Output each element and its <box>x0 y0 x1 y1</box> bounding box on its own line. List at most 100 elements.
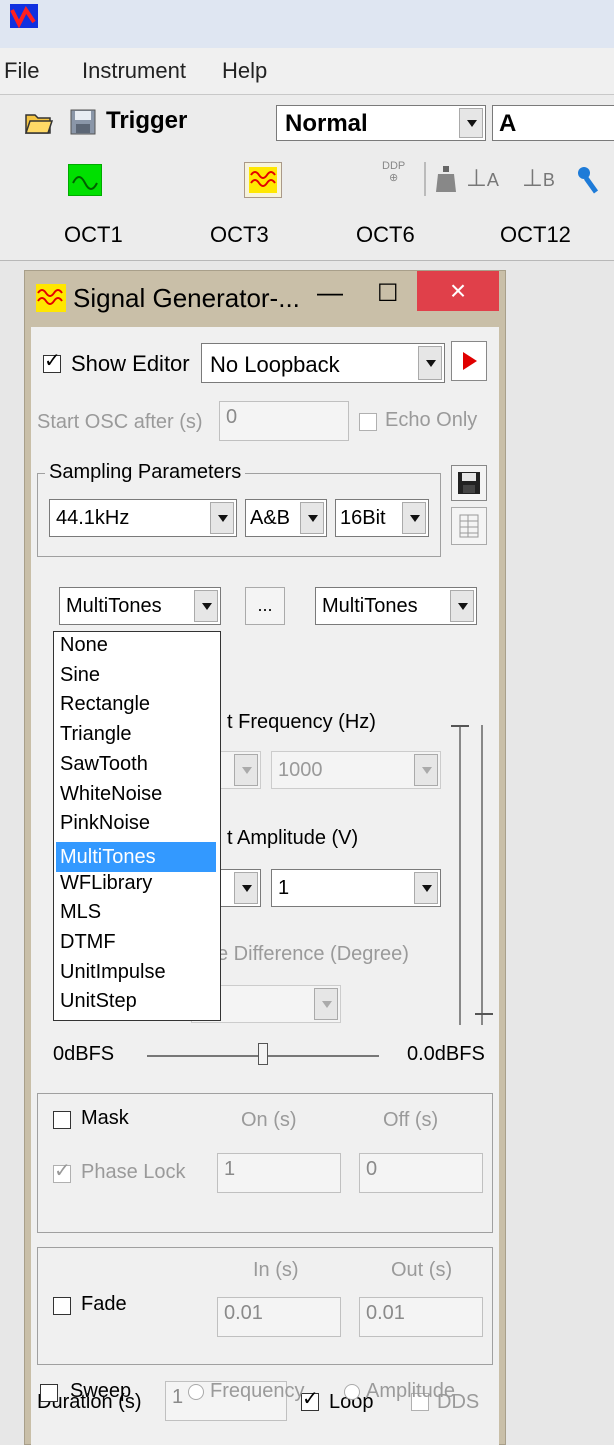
chevron-down-icon <box>300 502 324 534</box>
waveform-option-wflibrary[interactable]: WFLibrary <box>60 872 152 895</box>
marker-a-icon[interactable]: ⊥A <box>466 164 499 193</box>
channel-select[interactable]: A <box>492 105 614 141</box>
sample-rate-value: 44.1kHz <box>56 507 130 529</box>
chevron-down-icon <box>418 346 442 380</box>
waveform-secondary-value: MultiTones <box>322 595 418 617</box>
sweep-frequency-radio[interactable] <box>188 1384 204 1400</box>
fade-in-label: In (s) <box>253 1259 299 1281</box>
level-slider-thumb[interactable] <box>258 1043 268 1065</box>
ddp-zoom-icon[interactable]: DDP ⊕ <box>382 160 405 184</box>
close-button[interactable]: × <box>417 271 499 311</box>
marker-b-icon[interactable]: ⊥B <box>522 164 555 193</box>
waveform-option-unitstep[interactable]: UnitStep <box>60 990 137 1013</box>
waveform-option-mls[interactable]: MLS <box>60 901 101 924</box>
mask-checkbox[interactable] <box>53 1111 71 1129</box>
waveform-option-none[interactable]: None <box>60 634 108 657</box>
level-max-label: 0.0dBFS <box>407 1043 485 1065</box>
vertical-slider-track-left <box>459 725 461 1025</box>
cursor-tool-icon[interactable] <box>576 166 600 194</box>
waveform-option-multitones[interactable]: MultiTones <box>56 841 216 872</box>
marker-a-label: A <box>486 170 499 190</box>
vertical-slider-track-right <box>481 725 483 1025</box>
save-settings-button[interactable] <box>451 465 487 501</box>
start-osc-field[interactable]: 0 <box>219 401 349 441</box>
echo-only-checkbox[interactable] <box>359 413 377 431</box>
bit-depth-select[interactable]: 16Bit <box>335 499 429 537</box>
sample-rate-select[interactable]: 44.1kHz <box>49 499 237 537</box>
chevron-down-icon <box>414 754 438 786</box>
waveform-option-sine[interactable]: Sine <box>60 664 100 687</box>
waveform-secondary-select[interactable]: MultiTones <box>315 587 477 625</box>
octave-tab-3[interactable]: OCT3 <box>210 222 269 248</box>
instrument-toolbar: DDP ⊕ ⊥A ⊥B <box>0 152 614 209</box>
trigger-label: Trigger <box>106 107 188 134</box>
channel-mode-value: A&B <box>250 507 291 529</box>
open-folder-icon[interactable] <box>24 109 54 135</box>
chevron-down-icon <box>402 502 426 534</box>
octave-tab-6[interactable]: OCT6 <box>356 222 415 248</box>
menu-instrument[interactable]: Instrument <box>82 58 186 84</box>
sweep-label: Sweep <box>70 1380 132 1402</box>
start-osc-label: Start OSC after (s) <box>37 411 203 433</box>
vertical-slider-thumb-top[interactable] <box>451 725 469 733</box>
play-button[interactable] <box>451 341 487 381</box>
octave-tab-1[interactable]: OCT1 <box>64 222 123 248</box>
chevron-down-icon <box>459 108 483 138</box>
mask-off-field[interactable]: 0 <box>359 1153 483 1193</box>
chevron-down-icon <box>234 754 258 786</box>
waveform-option-whitenoise[interactable]: WhiteNoise <box>60 783 162 806</box>
chevron-down-icon <box>210 502 234 534</box>
trigger-mode-value: Normal <box>285 110 368 137</box>
sweep-frequency-label: Frequency <box>210 1380 305 1402</box>
menu-file[interactable]: File <box>4 58 39 84</box>
chevron-down-icon <box>314 988 338 1020</box>
oscilloscope-icon[interactable] <box>68 164 102 196</box>
fade-in-field[interactable]: 0.01 <box>217 1297 341 1337</box>
vertical-slider-thumb-bottom[interactable] <box>475 1013 493 1021</box>
waveform-option-dtmf[interactable]: DTMF <box>60 931 116 954</box>
mask-on-field[interactable]: 1 <box>217 1153 341 1193</box>
window-title: Signal Generator-... <box>73 283 300 313</box>
table-list-icon <box>459 514 479 538</box>
phase-lock-label: Phase Lock <box>81 1161 186 1183</box>
sweep-checkbox[interactable] <box>40 1384 58 1402</box>
frequency-select[interactable]: 1000 <box>271 751 441 789</box>
waveform-option-rectangle[interactable]: Rectangle <box>60 693 150 716</box>
show-editor-label: Show Editor <box>71 351 190 376</box>
window-title-bar[interactable]: Signal Generator-... — ☐ × <box>25 271 505 325</box>
menu-bar: File Instrument Help <box>0 48 614 94</box>
waveform-select[interactable]: MultiTones <box>59 587 221 625</box>
minimize-button[interactable]: — <box>317 277 343 308</box>
chevron-down-icon <box>234 872 258 904</box>
fade-out-field[interactable]: 0.01 <box>359 1297 483 1337</box>
signal-generator-icon <box>36 284 66 312</box>
waveform-option-pinknoise[interactable]: PinkNoise <box>60 812 150 835</box>
trigger-mode-select[interactable]: Normal <box>276 105 486 141</box>
phase-lock-checkbox[interactable]: ✓ <box>53 1161 71 1183</box>
signal-generator-icon[interactable] <box>244 162 282 198</box>
fade-out-label: Out (s) <box>391 1259 453 1281</box>
waveform-options-button[interactable]: ... <box>245 587 285 625</box>
mask-off-label: Off (s) <box>383 1109 439 1131</box>
marker-b-label: B <box>542 170 555 190</box>
octave-tab-12[interactable]: OCT12 <box>500 222 571 248</box>
show-editor-checkbox[interactable]: ✓ <box>43 351 61 373</box>
sweep-amplitude-label: Amplitude <box>366 1380 455 1402</box>
fade-checkbox[interactable] <box>53 1297 71 1315</box>
probe-weight-icon[interactable] <box>434 164 458 194</box>
phase-difference-label: e Difference (Degree) <box>217 943 409 965</box>
amplitude-label: t Amplitude (V) <box>227 827 359 849</box>
waveform-option-unitimpulse[interactable]: UnitImpulse <box>60 961 166 984</box>
sweep-amplitude-radio[interactable] <box>344 1384 360 1400</box>
save-disk-icon[interactable] <box>70 109 96 135</box>
amplitude-select[interactable]: 1 <box>271 869 441 907</box>
load-settings-button[interactable] <box>451 507 487 545</box>
play-icon <box>463 352 477 370</box>
menu-help[interactable]: Help <box>222 58 267 84</box>
maximize-button[interactable]: ☐ <box>377 279 399 308</box>
loopback-select[interactable]: No Loopback <box>201 343 445 383</box>
app-title-bar <box>0 0 614 48</box>
waveform-option-sawtooth[interactable]: SawTooth <box>60 753 148 776</box>
channel-mode-select[interactable]: A&B <box>245 499 327 537</box>
waveform-option-triangle[interactable]: Triangle <box>60 723 132 746</box>
